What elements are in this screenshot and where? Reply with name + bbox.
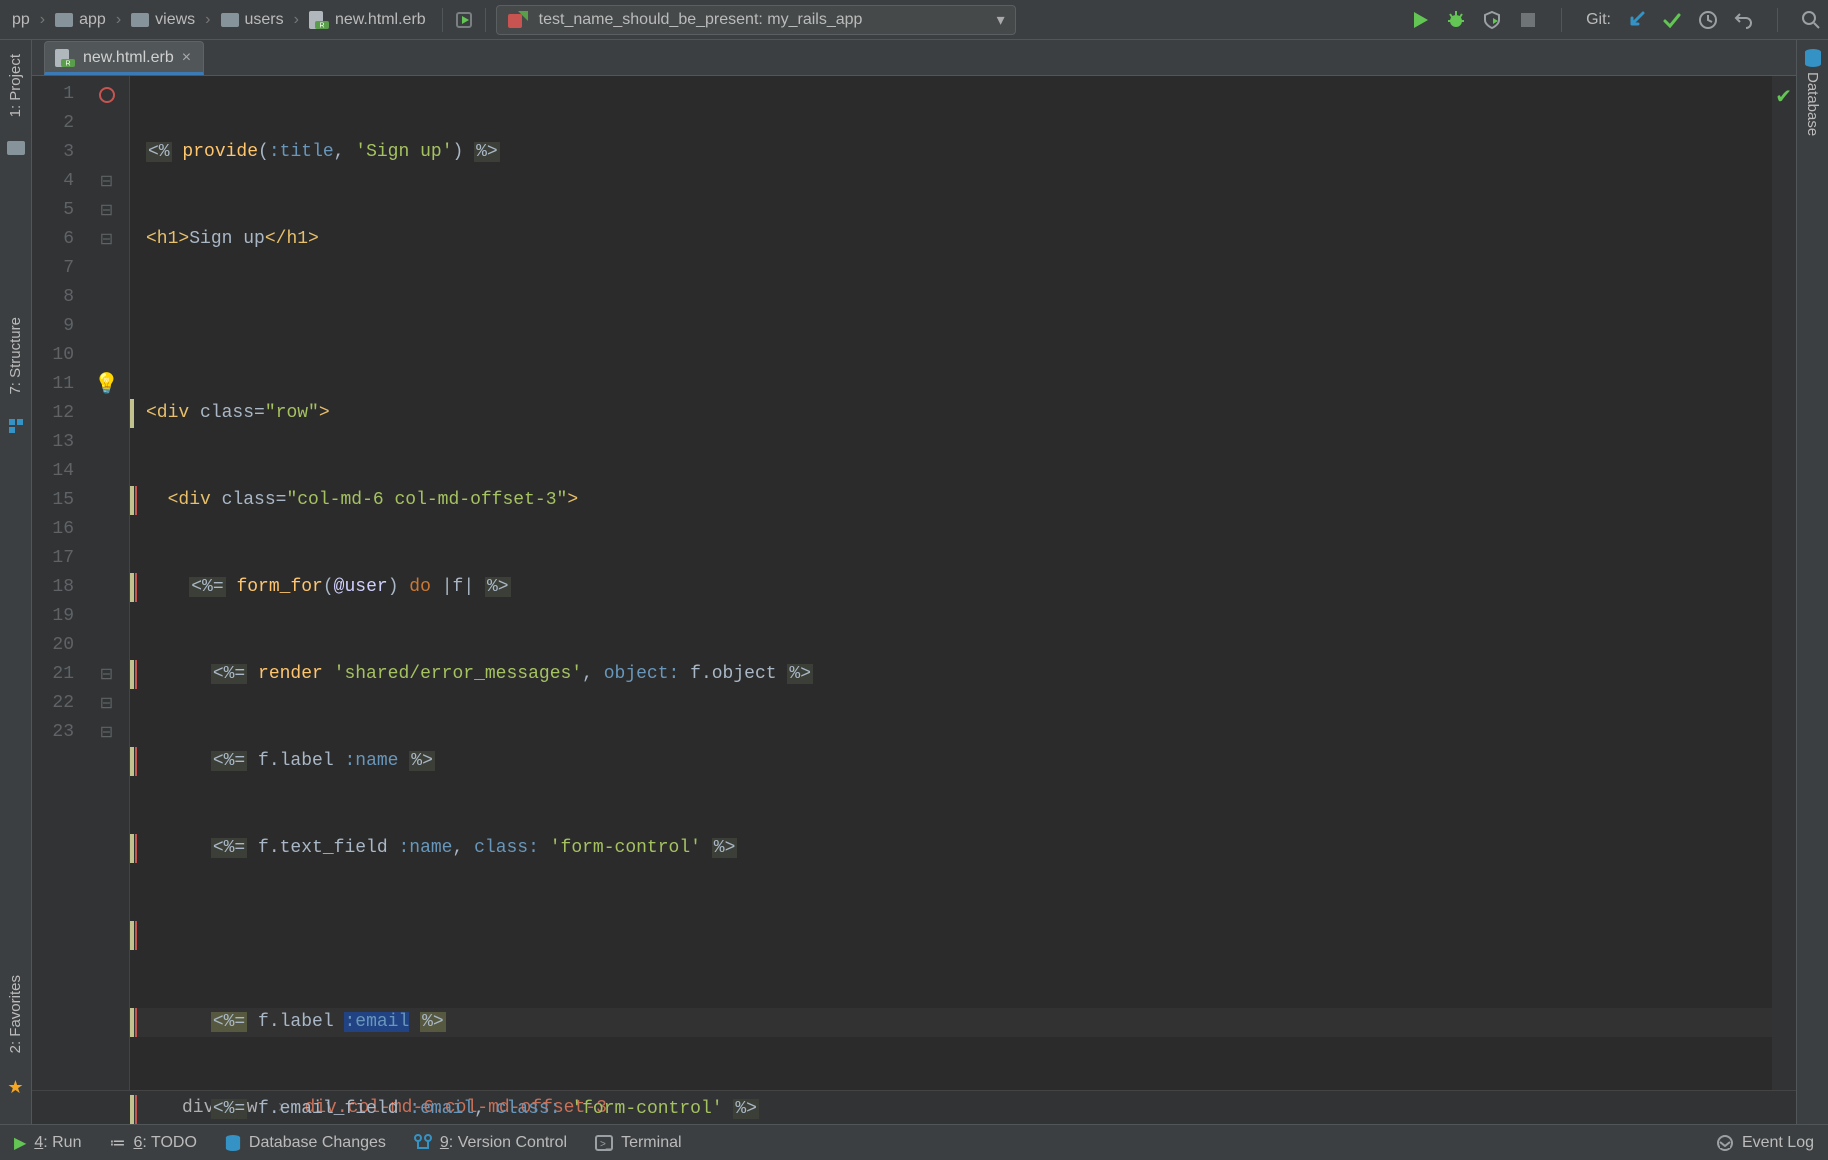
- fold-end-icon[interactable]: ⊟: [100, 660, 113, 689]
- svg-text:R: R: [319, 22, 324, 29]
- navigation-bar: pp › app › views › users › R new.html.er…: [0, 0, 1828, 40]
- crumb-app[interactable]: app: [49, 9, 112, 31]
- fold-end-icon[interactable]: ⊟: [100, 689, 113, 718]
- tool-database[interactable]: Database: [1804, 68, 1821, 140]
- error-stripe[interactable]: ✔: [1772, 76, 1796, 1090]
- toolbar-right: Git:: [1409, 8, 1822, 32]
- fold-icon[interactable]: ⊟: [100, 167, 113, 196]
- run-target-icon[interactable]: [453, 9, 475, 31]
- editor-panel: R new.html.erb × 123 456 789 101112 1314…: [32, 40, 1796, 1124]
- tool-structure[interactable]: 7: Structure: [7, 311, 24, 401]
- chevron-right-icon: ›: [114, 11, 123, 29]
- star-icon: ★: [7, 1077, 23, 1098]
- code-area[interactable]: <% provide(:title, 'Sign up') %> <h1>Sig…: [130, 76, 1772, 1090]
- erb-file-icon: R: [309, 11, 329, 29]
- crumb-views[interactable]: views: [125, 9, 201, 31]
- folder-icon: [7, 141, 25, 155]
- code-editor[interactable]: 123 456 789 101112 131415 161718 192021 …: [32, 76, 1796, 1090]
- chevron-right-icon: ›: [38, 11, 47, 29]
- folder-icon: [131, 13, 149, 27]
- vcs-commit-button[interactable]: [1661, 9, 1683, 31]
- main-area: 1: Project 7: Structure 2: Favorites ★ R…: [0, 40, 1828, 1124]
- erb-file-icon: R: [55, 49, 75, 67]
- analysis-ok-icon: ✔: [1775, 84, 1792, 109]
- fold-icon[interactable]: ⊟: [100, 225, 113, 254]
- left-toolwindow-stripe: 1: Project 7: Structure 2: Favorites ★: [0, 40, 32, 1124]
- close-tab-icon[interactable]: ×: [182, 49, 191, 67]
- tool-project[interactable]: 1: Project: [7, 48, 24, 123]
- vcs-history-button[interactable]: [1697, 9, 1719, 31]
- todo-icon: ≔: [109, 1133, 125, 1153]
- toolbar-separator: [1777, 8, 1778, 32]
- tab-new-html-erb[interactable]: R new.html.erb ×: [44, 41, 204, 75]
- tool-favorites[interactable]: 2: Favorites: [7, 969, 24, 1059]
- tool-run[interactable]: ▶4: Run: [14, 1133, 81, 1153]
- toolbar-separator: [442, 8, 443, 32]
- chevron-right-icon: ›: [203, 11, 212, 29]
- intention-bulb-icon[interactable]: 💡: [94, 370, 119, 399]
- run-icon: ▶: [14, 1133, 26, 1153]
- search-everywhere-button[interactable]: [1800, 9, 1822, 31]
- run-config-selector[interactable]: test_name_should_be_present: my_rails_ap…: [496, 5, 1016, 35]
- coverage-button[interactable]: [1481, 9, 1503, 31]
- fold-icon[interactable]: ⊟: [100, 196, 113, 225]
- gutter-icons: ⊟ ⊟ ⊟ 💡 ⊟ ⊟ ⊟: [84, 76, 130, 1090]
- breadcrumbs: pp › app › views › users › R new.html.er…: [6, 9, 432, 31]
- breakpoint-icon[interactable]: [99, 87, 115, 103]
- debug-button[interactable]: [1445, 9, 1467, 31]
- vcs-revert-button[interactable]: [1733, 9, 1755, 31]
- chevron-right-icon: ›: [292, 11, 301, 29]
- crumb-users[interactable]: users: [215, 9, 290, 31]
- gutter-line-numbers: 123 456 789 101112 131415 161718 192021 …: [32, 76, 84, 1090]
- editor-tabs: R new.html.erb ×: [32, 40, 1796, 76]
- folder-icon: [55, 13, 73, 27]
- toolbar-separator: [485, 8, 486, 32]
- run-button[interactable]: [1409, 9, 1431, 31]
- svg-text:R: R: [65, 61, 70, 68]
- toolbar-separator: [1561, 8, 1562, 32]
- run-config-name: test_name_should_be_present: my_rails_ap…: [539, 11, 863, 29]
- test-config-icon: [507, 9, 529, 31]
- fold-end-icon[interactable]: ⊟: [100, 718, 113, 747]
- git-label: Git:: [1586, 11, 1611, 29]
- structure-icon: [9, 419, 23, 433]
- vcs-update-button[interactable]: [1625, 9, 1647, 31]
- chevron-down-icon: ▾: [997, 10, 1005, 30]
- stop-button: [1517, 9, 1539, 31]
- right-toolwindow-stripe: Database: [1796, 40, 1828, 1124]
- tab-filename: new.html.erb: [83, 49, 174, 67]
- folder-icon: [221, 13, 239, 27]
- database-icon: [1804, 48, 1822, 68]
- crumb-file[interactable]: R new.html.erb: [303, 9, 432, 31]
- crumb-pp[interactable]: pp: [6, 9, 36, 31]
